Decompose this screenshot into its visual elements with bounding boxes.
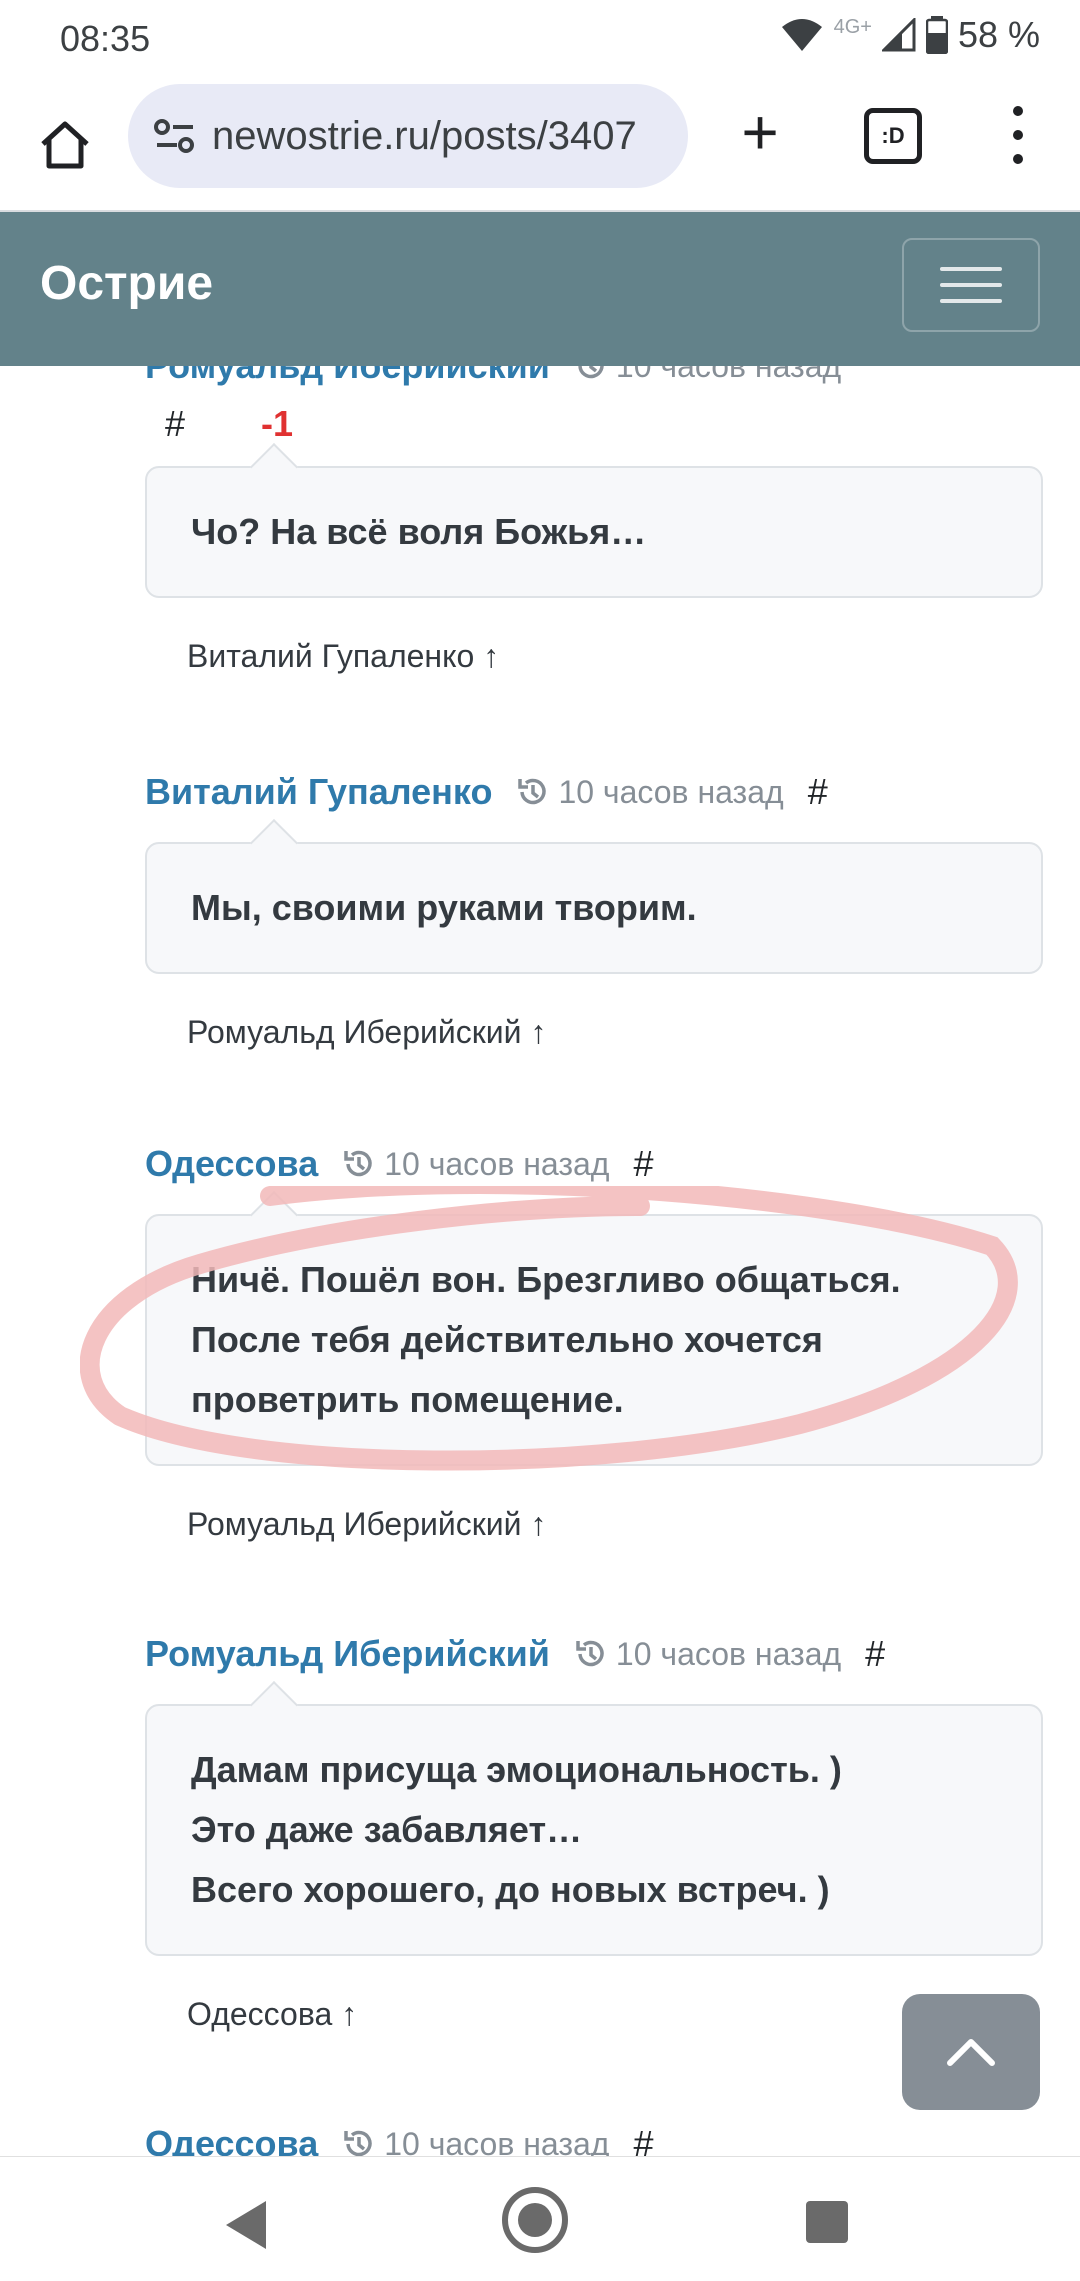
comment-header: Одессова 10 часов назад # <box>145 1134 1045 1194</box>
comment-header: Ромуальд Иберийский 10 часов назад <box>145 366 1045 396</box>
comment-body: Дамам присуща эмоциональность. ) Это даж… <box>145 1704 1043 1956</box>
comment-text-line: После тебя действительно хочется <box>191 1319 823 1360</box>
comment-text-line: Это даже забавляет… <box>191 1809 583 1850</box>
reply-to-link[interactable]: Ромуальд Иберийский ↑ <box>187 1014 1045 1051</box>
comment-time-text: 10 часов назад <box>384 2125 610 2157</box>
comment-item: Ромуальд Иберийский 10 часов назад # Дам… <box>145 1624 1045 2033</box>
comment-time-text: 10 часов назад <box>615 1635 842 1672</box>
comment-text-line: Мы, своими руками творим. <box>191 887 697 928</box>
home-button[interactable] <box>28 108 102 182</box>
system-navigation-bar <box>0 2156 1080 2281</box>
comment-author[interactable]: Одессова <box>145 2123 318 2156</box>
comment-time: 10 часов назад <box>574 1636 841 1673</box>
comment-permalink[interactable]: # <box>633 2123 653 2156</box>
comment-time: 10 часов назад <box>342 1146 609 1183</box>
chevron-up-icon <box>947 2039 995 2066</box>
browser-toolbar: newostrie.ru/posts/3407 + :D <box>0 80 1080 212</box>
site-brand[interactable]: Острие <box>40 256 213 311</box>
menu-icon[interactable] <box>902 238 1040 332</box>
history-icon <box>344 1150 372 1177</box>
comment-vote-count: -1 <box>261 403 294 444</box>
reply-to-link[interactable]: Ромуальд Иберийский ↑ <box>187 1506 1045 1543</box>
history-icon <box>518 778 547 805</box>
comment-permalink[interactable]: # <box>808 771 828 813</box>
comment-text-line: Всего хорошего, до новых встреч. ) <box>191 1869 830 1910</box>
reply-to-link[interactable]: Виталий Гупаленко ↑ <box>187 638 1045 675</box>
comment-time-text: 10 часов назад <box>616 366 841 385</box>
home-icon <box>41 121 89 169</box>
new-tab-button[interactable]: + <box>730 100 790 164</box>
address-bar[interactable]: newostrie.ru/posts/3407 <box>128 84 688 188</box>
comment-time: 10 часов назад <box>574 366 841 385</box>
status-icons: 4G+ 58 % <box>780 14 1040 56</box>
tabs-icon[interactable]: :D <box>864 108 922 164</box>
site-navbar: Острие <box>0 212 1080 366</box>
comment-meta: # -1 <box>145 396 1045 452</box>
comment-time: 10 часов назад <box>342 2125 610 2157</box>
comment-text-line: Чо? На всё воля Божья… <box>191 511 647 552</box>
comment-time-text: 10 часов назад <box>558 773 784 810</box>
status-time: 08:35 <box>60 18 151 59</box>
history-icon <box>578 366 604 379</box>
comment-time: 10 часов назад <box>516 773 784 811</box>
plus-icon: + <box>741 96 779 168</box>
nav-recents-icon[interactable] <box>806 2201 848 2243</box>
network-type: 4G+ <box>833 15 872 38</box>
status-bar: 08:35 4G+ 58 % <box>0 0 1080 80</box>
comments-list: Ромуальд Иберийский 10 часов назад # -1 … <box>0 366 1080 2156</box>
nav-back-icon[interactable] <box>226 2201 266 2249</box>
nav-home-icon[interactable] <box>502 2187 568 2253</box>
comment-time-text: 10 часов назад <box>384 1145 610 1182</box>
comment-permalink[interactable]: # <box>865 1633 885 1675</box>
comment-header: Одессова 10 часов назад # <box>145 2114 1045 2156</box>
comment-body: Мы, своими руками творим. <box>145 842 1043 974</box>
comment-author[interactable]: Одессова <box>145 1143 318 1185</box>
wifi-icon <box>781 19 822 51</box>
comment-item: Ромуальд Иберийский 10 часов назад # -1 … <box>145 366 1045 675</box>
comment-text-line: Ничё. Пошёл вон. Брезгливо общаться. <box>191 1259 901 1300</box>
comment-text-line: проветрить помещение. <box>191 1379 624 1420</box>
comment-author[interactable]: Ромуальд Иберийский <box>145 366 550 387</box>
battery-icon <box>925 16 948 54</box>
comment-text-line: Дамам присуща эмоциональность. ) <box>191 1749 842 1790</box>
history-icon <box>344 2130 372 2156</box>
comment-item: Виталий Гупаленко 10 часов назад # Мы, с… <box>145 762 1045 1051</box>
site-info-icon[interactable] <box>150 111 200 161</box>
comment-header: Ромуальд Иберийский 10 часов назад # <box>145 1624 1045 1684</box>
battery-percent: 58 % <box>957 14 1040 55</box>
comment-header: Виталий Гупаленко 10 часов назад # <box>145 762 1045 822</box>
history-icon <box>576 1640 604 1667</box>
comment-permalink[interactable]: # <box>633 1143 653 1185</box>
comment-item: Одессова 10 часов назад # Ничё. Пошёл во… <box>145 1134 1045 1543</box>
signal-icon <box>881 18 916 52</box>
comment-permalink[interactable]: # <box>165 403 185 445</box>
comment-item: Одессова 10 часов назад # <box>145 2114 1045 2156</box>
comment-body: Чо? На всё воля Божья… <box>145 466 1043 598</box>
more-vert-icon[interactable] <box>998 100 1038 170</box>
comment-author[interactable]: Ромуальд Иберийский <box>145 1633 550 1675</box>
scroll-to-top-button[interactable] <box>902 1994 1040 2110</box>
comment-author[interactable]: Виталий Гупаленко <box>145 771 492 813</box>
comment-body: Ничё. Пошёл вон. Брезгливо общаться. Пос… <box>145 1214 1043 1466</box>
url-text[interactable]: newostrie.ru/posts/3407 <box>212 114 672 159</box>
